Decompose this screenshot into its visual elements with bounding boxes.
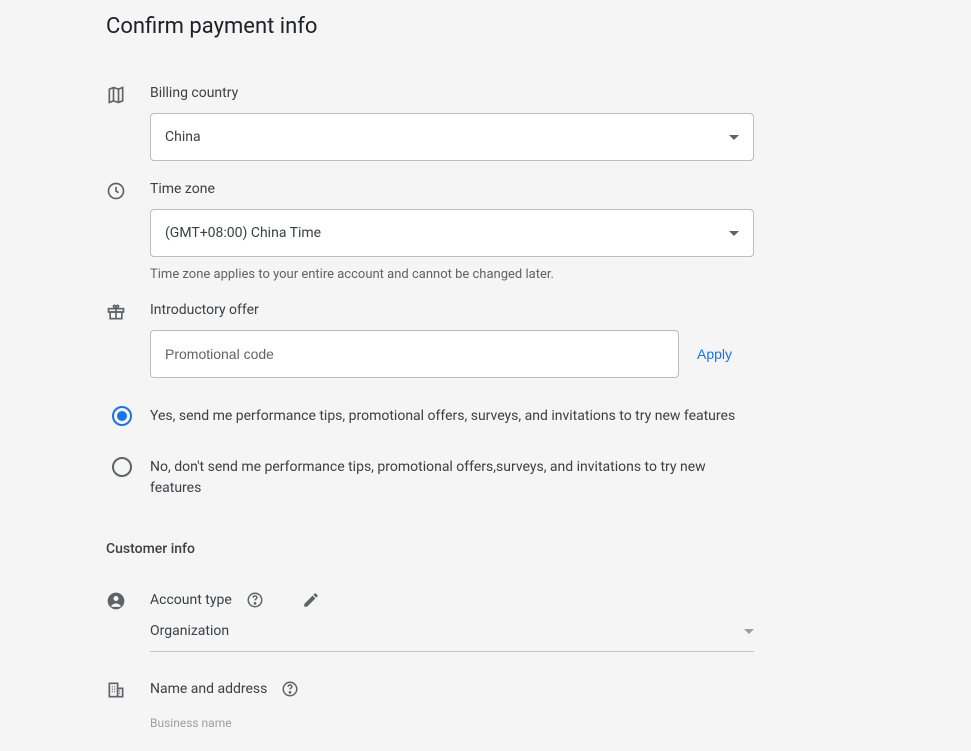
map-icon	[106, 85, 126, 105]
offer-label: Introductory offer	[150, 302, 754, 318]
building-icon	[106, 680, 126, 700]
help-icon[interactable]	[281, 680, 299, 698]
timezone-helper: Time zone applies to your entire account…	[150, 267, 754, 282]
billing-country-value: China	[165, 129, 201, 145]
apply-button[interactable]: Apply	[697, 346, 732, 362]
chevron-down-icon	[744, 629, 754, 634]
tips-yes-label: Yes, send me performance tips, promotion…	[150, 406, 735, 427]
billing-country-select[interactable]: China	[150, 113, 754, 161]
timezone-select[interactable]: (GMT+08:00) China Time	[150, 209, 754, 257]
page-title: Confirm payment info	[106, 14, 971, 39]
radio-checked-icon	[112, 406, 132, 426]
clock-icon	[106, 181, 126, 201]
tips-no-label: No, don't send me performance tips, prom…	[150, 457, 760, 499]
business-name-label: Business name	[150, 716, 754, 730]
timezone-value: (GMT+08:00) China Time	[165, 225, 321, 241]
tips-yes-radio[interactable]: Yes, send me performance tips, promotion…	[112, 406, 971, 427]
pencil-icon[interactable]	[302, 591, 320, 609]
chevron-down-icon	[729, 135, 739, 140]
promo-code-input[interactable]	[150, 330, 679, 378]
gift-icon	[106, 302, 126, 322]
radio-unchecked-icon	[112, 457, 132, 477]
chevron-down-icon	[729, 231, 739, 236]
timezone-label: Time zone	[150, 181, 754, 197]
account-type-label: Account type	[150, 592, 232, 608]
name-address-label: Name and address	[150, 681, 267, 697]
account-type-value: Organization	[150, 623, 229, 639]
tips-no-radio[interactable]: No, don't send me performance tips, prom…	[112, 457, 971, 499]
billing-country-label: Billing country	[150, 85, 754, 101]
person-icon	[106, 591, 126, 611]
help-icon[interactable]	[246, 591, 264, 609]
customer-info-heading: Customer info	[106, 541, 971, 557]
account-type-select[interactable]: Organization	[150, 623, 754, 652]
